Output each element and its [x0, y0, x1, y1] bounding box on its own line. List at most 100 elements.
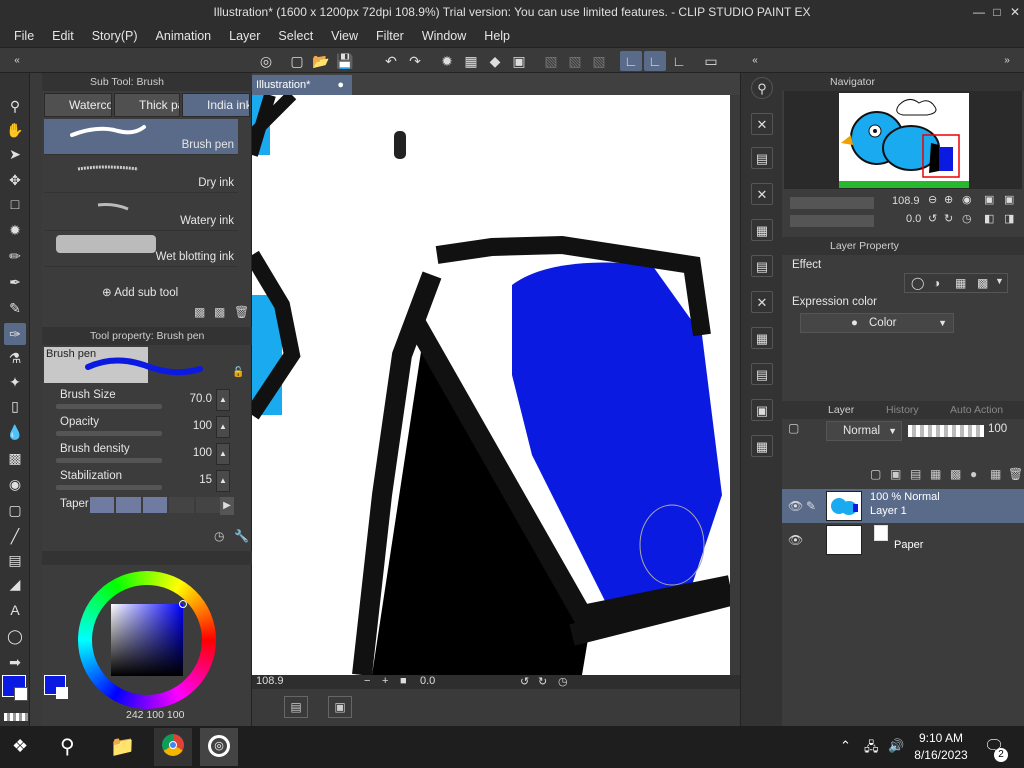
page-manager-icon[interactable]: ▤ [284, 696, 308, 718]
sub-color-swatch[interactable] [14, 687, 28, 701]
blend-mode-select[interactable]: Normal ▼ [826, 421, 902, 441]
reset-icon[interactable]: ◷ [214, 529, 224, 543]
flip-icon[interactable]: ▣ [984, 193, 994, 206]
taper-preset[interactable] [116, 497, 141, 513]
rotate-left-icon[interactable]: ↺ [520, 675, 529, 688]
reset-rotation-icon[interactable]: ◷ [558, 675, 568, 688]
chrome-taskbar-item[interactable] [154, 728, 192, 766]
clock-time[interactable]: 9:10 AM [914, 731, 968, 745]
collapse-right-icon[interactable]: » [996, 51, 1018, 71]
eye-icon[interactable]: 👁 [788, 499, 803, 513]
redo-icon[interactable]: ↷ [404, 51, 426, 71]
search-layer-icon[interactable]: ▦ [751, 327, 773, 349]
flip-horizontal-icon[interactable]: ◧ [984, 212, 994, 225]
tab-thick-paint[interactable]: Thick pa [114, 93, 180, 117]
text-icon[interactable]: A [4, 599, 26, 621]
menu-layer[interactable]: Layer [220, 29, 269, 43]
undo-icon[interactable]: ↶ [380, 51, 402, 71]
sub-color-swatch-small[interactable] [56, 687, 68, 699]
prop-stabilization[interactable]: Stabilization 15 ▲ [56, 468, 232, 494]
flip-vertical-icon[interactable]: ◨ [1004, 212, 1014, 225]
menu-file[interactable]: File [0, 29, 43, 43]
selection-icon[interactable]: □ [4, 193, 26, 215]
collapse-left-icon[interactable]: « [744, 51, 766, 71]
operation-icon[interactable]: ➤ [4, 143, 26, 165]
menu-view[interactable]: View [322, 29, 367, 43]
stepper-icon[interactable]: ▲ [216, 389, 230, 411]
lock-icon[interactable]: 🔓 [232, 367, 244, 378]
prop-slider[interactable] [56, 458, 162, 463]
eraser-icon[interactable]: ▯ [4, 395, 26, 417]
zoom-in-icon[interactable]: ⊕ [944, 193, 953, 206]
balloon-icon[interactable]: ◯ [4, 625, 26, 647]
fill-tool-icon[interactable]: ▩ [4, 447, 26, 469]
prop-opacity[interactable]: Opacity 100 ▲ [56, 414, 232, 440]
clock-date[interactable]: 8/16/2023 [910, 748, 972, 762]
save-icon[interactable]: 💾 [334, 51, 356, 71]
navigator-icon[interactable]: ⚲ [751, 77, 773, 99]
prop-taper[interactable]: Taper [60, 498, 89, 510]
clip-studio-taskbar-item[interactable]: ◎ [200, 728, 238, 766]
hand-icon[interactable]: ✋ [4, 119, 26, 141]
reference-icon[interactable]: ✕ [751, 291, 773, 313]
new-raster-layer-icon[interactable]: ▢ [870, 467, 881, 481]
navigator-preview[interactable] [784, 91, 1022, 189]
deselect-icon[interactable]: ▧ [564, 51, 586, 71]
duplicate-subtool-icon[interactable]: ▩ [214, 305, 225, 319]
brush-item-wet-blotting-ink[interactable]: Wet blotting ink [44, 231, 238, 267]
border-effect-icon[interactable]: ◯ [911, 276, 924, 290]
delete-subtool-icon[interactable]: 🗑 [234, 305, 249, 319]
new-vector-layer-icon[interactable]: ▣ [890, 467, 901, 481]
tab-auto-action[interactable]: Auto Action [950, 401, 1003, 419]
rotation-slider[interactable] [790, 215, 874, 227]
add-sub-tool-button[interactable]: ⊕ Add sub tool [102, 285, 178, 299]
fit-icon[interactable]: ◉ [962, 193, 972, 206]
prop-brush-density[interactable]: Brush density 100 ▲ [56, 441, 232, 467]
rotate-right-icon[interactable]: ↻ [538, 675, 547, 688]
mask-icon[interactable]: ● [970, 467, 977, 481]
copy-subtool-icon[interactable]: ▩ [194, 305, 205, 319]
brush-item-brush-pen[interactable]: Brush pen [44, 119, 238, 155]
opacity-slider[interactable] [908, 425, 984, 437]
smartphone-icon[interactable]: ▭ [700, 51, 722, 71]
menu-story[interactable]: Story(P) [83, 29, 147, 43]
clip-studio-icon[interactable]: ◎ [255, 51, 277, 71]
new-folder-icon[interactable]: ▤ [910, 467, 921, 481]
chevron-down-icon[interactable]: ▼ [995, 276, 1004, 286]
prop-slider[interactable] [56, 485, 162, 490]
open-file-icon[interactable]: 📂 [310, 51, 332, 71]
auto-select-icon[interactable]: ✹ [4, 219, 26, 241]
menu-select[interactable]: Select [269, 29, 322, 43]
file-explorer-icon[interactable]: 📁 [110, 734, 135, 759]
canvas-tab[interactable]: Illustration* ● [252, 75, 352, 95]
search-icon[interactable]: ⚲ [60, 734, 75, 759]
layer-icon[interactable]: ▤ [751, 255, 773, 277]
windows-start-icon[interactable]: ❖ [12, 736, 28, 757]
invert-selection-icon[interactable]: ▧ [588, 51, 610, 71]
layer-color-icon[interactable]: ▩ [977, 276, 988, 290]
vertical-scrollbar[interactable] [730, 95, 740, 675]
pattern-icon[interactable]: ▦ [751, 219, 773, 241]
decoration-icon[interactable]: ✦ [4, 371, 26, 393]
fit-window-icon[interactable]: ▣ [1004, 193, 1014, 206]
snap-special-ruler-icon[interactable]: ∟ [644, 51, 666, 71]
pen-icon[interactable]: ✒ [4, 271, 26, 293]
close-panel-icon[interactable]: ✕ [751, 113, 773, 135]
airbrush-icon[interactable]: ⚗ [4, 347, 26, 369]
ruler-icon[interactable]: ◢ [4, 573, 26, 595]
transfer-icon[interactable]: ▦ [930, 467, 941, 481]
blend-icon[interactable]: 💧 [4, 421, 26, 443]
correct-line-icon[interactable]: ➡ [4, 651, 26, 673]
prop-slider[interactable] [56, 404, 162, 409]
select-all-icon[interactable]: ▧ [540, 51, 562, 71]
layer-row[interactable]: 👁 Paper [782, 523, 1024, 557]
expression-color-select[interactable]: ● Color ▼ [800, 313, 954, 333]
taper-preset[interactable] [90, 497, 115, 513]
volume-icon[interactable]: 🔊 [888, 738, 904, 754]
figure-icon[interactable]: ╱ [4, 525, 26, 547]
network-icon[interactable]: 🖧 [864, 738, 879, 760]
zoom-in-icon[interactable]: + [382, 675, 388, 687]
eyedropper-icon[interactable]: ✏ [4, 245, 26, 267]
gradient-icon[interactable]: ▢ [4, 499, 26, 521]
rotate-left-icon[interactable]: ↺ [928, 212, 937, 225]
